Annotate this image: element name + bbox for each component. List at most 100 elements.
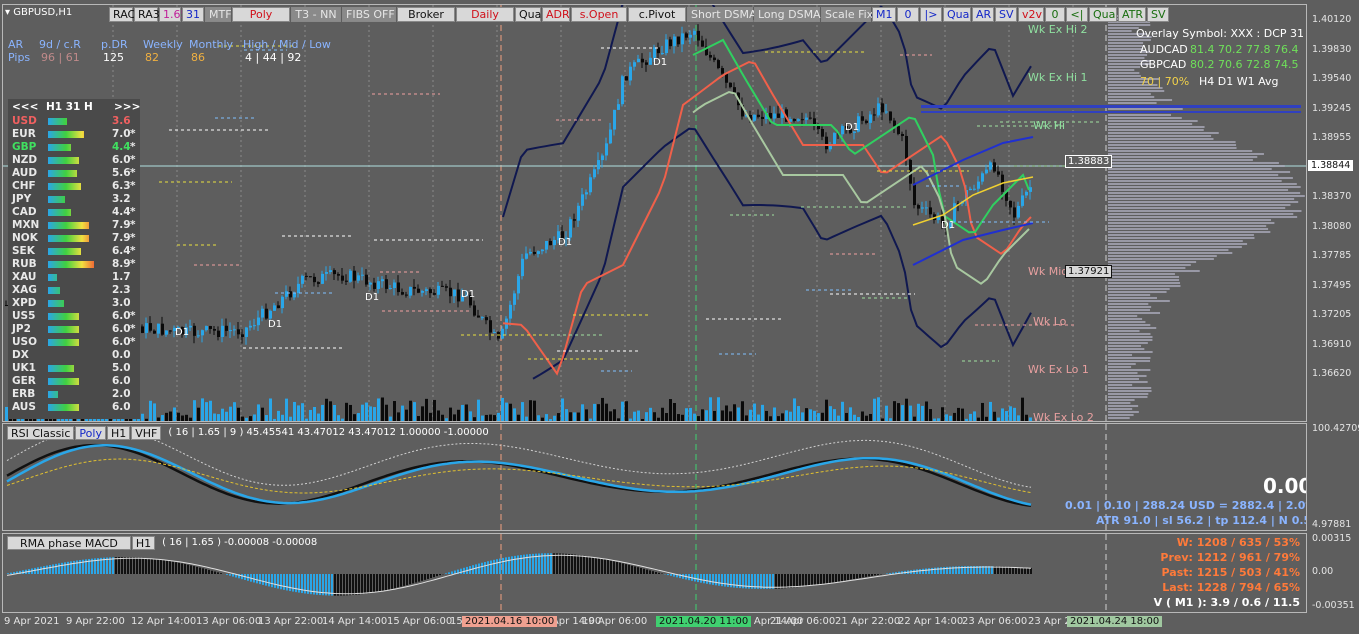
strength-value: 6.4 [112,245,131,257]
macd-histogram-bar [781,574,783,589]
rsi-vhf-button[interactable]: VHF [131,426,162,440]
macd-timeframe-button[interactable]: H1 [131,536,156,550]
volume-profile-bar [1108,393,1149,395]
toolbar-button-8[interactable]: Broker [397,7,455,22]
volume-bar [273,418,276,421]
volume-bar [737,407,740,421]
toolbar-button-22[interactable]: SV [995,7,1017,22]
volume-profile-bar [1108,381,1148,383]
d1-label: D1 [175,327,189,338]
toolbar-button-19[interactable]: |> [920,7,942,22]
strength-prev-button[interactable]: <<< [12,101,38,113]
price-candle-body [881,103,884,113]
price-candle-body [613,109,616,130]
strength-row-ger: GER 6.0 [8,375,140,388]
toolbar-button-25[interactable]: <| [1066,7,1088,22]
rsi-timeframe-button[interactable]: H1 [106,426,131,440]
price-candle-body [821,129,824,137]
rsi-signal-line [6,444,1032,506]
strength-row-aus: AUS 6.0 [8,401,140,414]
weekly-header: Weekly [143,38,183,51]
price-candle-body [545,240,548,250]
volume-bar [797,406,800,421]
position-size-line: 0.01 | 0.10 | 288.24 USD = 2882.4 | 2.0% [1065,499,1307,512]
price-candle-body [617,104,620,110]
volume-profile-bar [1108,336,1153,338]
rsi-params: ( 16 | 1.65 | 9 ) 45.45541 43.47012 43.4… [168,427,489,438]
toolbar-button-4[interactable]: MTF [205,7,232,22]
rsi-pane[interactable]: RSI Classic Poly H1 VHF ( 16 | 1.65 | 9 … [2,423,1307,531]
price-candle-body [369,282,372,285]
price-candle-body [877,103,880,116]
volume-bar [861,411,864,421]
rsi-poly-button[interactable]: Poly [75,426,106,440]
price-candle-body [693,30,696,35]
macd-pane[interactable]: RMA phase MACD H1 ( 16 | 1.65 ) -0.00008… [2,533,1307,613]
volume-bar [877,397,880,421]
toolbar-button-3[interactable]: 31 [182,7,204,22]
overlay-footer-columns: H4 D1 W1 Avg [1199,75,1279,88]
volume-bar [909,405,912,421]
toolbar-button-28[interactable]: SV [1147,7,1169,22]
volume-profile-bar [1108,72,1140,74]
time-axis[interactable]: 9 Apr 2021 9 Apr 22:00 12 Apr 14:00 13 Apr … [0,614,1359,634]
toolbar-button-23[interactable]: v2v [1018,7,1044,22]
volume-profile-bar [1108,240,1243,242]
price-candle-body [285,291,288,297]
toolbar-button-5[interactable]: Poly [232,7,290,22]
week-ex-high-1-label: Wk Ex Hi 1 [1028,71,1088,84]
macd-histogram-bar [217,572,219,574]
toolbar-button-13[interactable]: c.Pivot [628,7,686,22]
price-candle-body [297,283,300,293]
toolbar-button-27[interactable]: ATR [1118,7,1146,22]
toolbar-button-15[interactable]: Long DSMA [754,7,821,22]
strength-next-button[interactable]: >>> [114,101,140,113]
macd-histogram-bar [337,574,339,596]
strength-currency: XPD [12,297,37,309]
price-axis[interactable]: 1.401201.398301.395401.392451.389551.386… [1308,4,1359,422]
toolbar-button-12[interactable]: s.Open [571,7,627,22]
volume-bar [513,408,516,421]
price-candle-body [717,60,720,69]
toolbar-button-6[interactable]: T3 - NN [291,7,341,22]
macd-title-button[interactable]: RMA phase MACD [7,536,131,550]
toolbar-button-26[interactable]: Qua [1089,7,1117,22]
strength-bar [48,300,64,307]
macd-histogram-bar [226,574,228,575]
ar-label: AR [8,38,24,51]
volume-bar [765,410,768,421]
toolbar-button-20[interactable]: Qua [943,7,971,22]
toolbar-button-1[interactable]: RA3 [134,7,160,22]
toolbar-button-16[interactable]: Scale Fix [821,7,873,22]
toolbar-button-2[interactable]: 1.65 [159,7,188,22]
price-candle-body [333,270,336,275]
toolbar-button-14[interactable]: Short DSMA [687,7,756,22]
macd-histogram-bar [811,574,813,586]
toolbar-button-10[interactable]: Qua [515,7,541,22]
macd-histogram-bar [46,565,48,574]
macd-histogram-bar [931,567,933,574]
toolbar-button-21[interactable]: AR [972,7,994,22]
strength-row-nok: NOK 7.9 * [8,232,140,245]
toolbar-button-24[interactable]: 0 [1045,7,1065,22]
volume-profile-bar [1108,102,1157,104]
rsi-classic-button[interactable]: RSI Classic [7,426,75,440]
volume-bar [589,418,592,421]
toolbar-button-11[interactable]: ADR [542,7,570,22]
toolbar-button-17[interactable]: M1 [872,7,896,22]
dropdown-icon[interactable]: ▾ [5,7,10,18]
volume-profile-bar [1108,153,1264,155]
toolbar-button-0[interactable]: RAC [109,7,135,22]
macd-histogram-bar [61,562,63,574]
macd-histogram-bar [106,557,108,574]
price-candle-body [213,328,216,331]
price-chart-canvas[interactable]: D1 D1 D1 D1 D1 D1 D1 D1 [3,5,1307,422]
price-candle-body [685,33,688,38]
toolbar-button-7[interactable]: FIBS OFF [342,7,396,22]
toolbar-button-9[interactable]: Daily [456,7,514,22]
volume-profile-bar [1108,387,1152,389]
toolbar-button-18[interactable]: 0 [897,7,919,22]
price-chart-pane[interactable]: D1 D1 D1 D1 D1 D1 D1 D1 ▾ GBPUSD,H1 RAC RA3 1.65 3… [2,4,1307,422]
macd-stat-line: Last: 1228 / 794 / 65% [1162,581,1300,594]
volume-bar [685,408,688,421]
